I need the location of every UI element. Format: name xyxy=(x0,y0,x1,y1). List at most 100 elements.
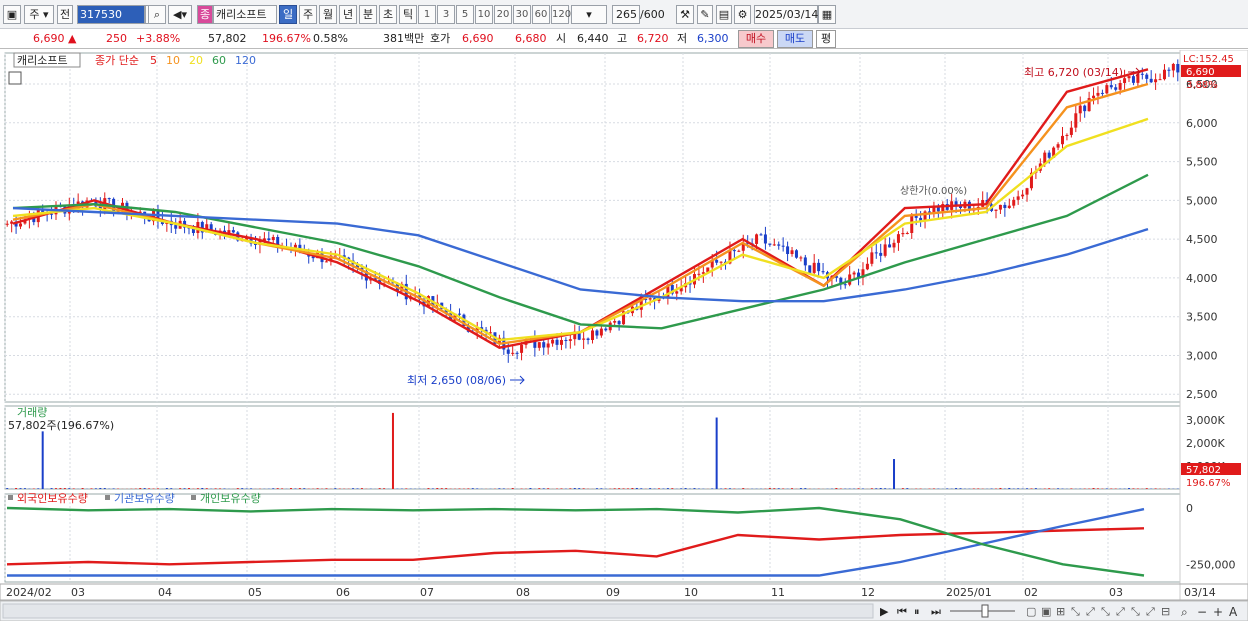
candle-body xyxy=(870,252,874,264)
candle-body xyxy=(803,257,807,266)
volume-bar xyxy=(1132,488,1135,489)
price-axis-label: 2,500 xyxy=(1186,388,1218,401)
open-price: 6,440 xyxy=(577,32,609,45)
volume-bar xyxy=(50,488,53,489)
candle-body xyxy=(1056,144,1060,148)
stock-code-input[interactable]: 317530 xyxy=(77,5,145,24)
high-label: 고 xyxy=(617,32,628,45)
period-button[interactable]: 일 xyxy=(279,5,297,24)
volume-bar xyxy=(196,488,199,489)
volume-bar xyxy=(63,488,66,489)
candle-body xyxy=(1154,79,1158,83)
volume-bar xyxy=(391,412,394,489)
interval-button[interactable]: 30 xyxy=(513,5,531,24)
volume-bar xyxy=(773,488,776,489)
period-button[interactable]: 분 xyxy=(359,5,377,24)
candle-body xyxy=(874,252,878,254)
volume-axis-label: 3,000K xyxy=(1186,414,1225,427)
volume-bar xyxy=(728,488,731,489)
candle-body xyxy=(1007,205,1011,208)
save-icon[interactable]: ▤ xyxy=(716,5,732,24)
candle-body xyxy=(914,215,918,218)
layout-icon: ⊞ xyxy=(1056,605,1065,618)
gear-icon[interactable]: ⚙ xyxy=(734,5,751,24)
count-input[interactable]: 265 xyxy=(612,5,640,24)
candle-body xyxy=(10,221,14,224)
volume-bar xyxy=(1110,488,1113,489)
interval-button[interactable]: 60 xyxy=(532,5,550,24)
volume-bar xyxy=(658,488,661,489)
avg-button[interactable]: 평 xyxy=(816,30,836,48)
candle-body xyxy=(808,265,812,273)
period-button[interactable]: 월 xyxy=(319,5,337,24)
price-axis-label: 3,000 xyxy=(1186,349,1218,362)
period-button[interactable]: 년 xyxy=(339,5,357,24)
layout-icon: ⤢ xyxy=(1146,605,1155,618)
sell-button[interactable]: 매도 xyxy=(777,30,813,48)
volume-bar xyxy=(742,488,745,489)
price-axis-label: 4,500 xyxy=(1186,233,1218,246)
volume-bar xyxy=(680,488,683,489)
search-icon[interactable]: ⌕ xyxy=(148,5,166,24)
axis-area xyxy=(1179,50,1248,601)
volume-bar xyxy=(1070,488,1073,489)
candle-body xyxy=(1162,69,1166,80)
prev-button[interactable]: 전 xyxy=(57,5,73,24)
play-icon: ▶ xyxy=(880,605,889,618)
interval-button[interactable]: 5 xyxy=(456,5,474,24)
candle-body xyxy=(777,244,781,246)
time-axis-label: 06 xyxy=(336,586,350,599)
interval-dropdown[interactable]: ▾ xyxy=(571,5,607,24)
date-input[interactable]: 2025/03/14 xyxy=(754,5,818,24)
count-max: /600 xyxy=(640,8,665,21)
candle-body xyxy=(564,339,568,341)
candle-body xyxy=(1145,74,1149,79)
volume-bar xyxy=(201,488,204,489)
interval-button[interactable]: 10 xyxy=(475,5,493,24)
tools-icon[interactable]: ⚒ xyxy=(676,5,694,24)
volume-bar xyxy=(560,488,563,489)
period-button[interactable]: 틱 xyxy=(399,5,417,24)
volume-bar xyxy=(276,488,279,489)
legend-ma-label: 종가 단순 xyxy=(95,54,139,67)
candle-body xyxy=(755,234,759,244)
stock-chart[interactable]: 2024/02 03 04 05 06 07 08 09 10 11 12 2025/01 02 03 03… xyxy=(0,50,1248,621)
volume-bar xyxy=(383,488,386,489)
market-select[interactable]: 주 ▾ xyxy=(24,5,54,24)
price-axis-label: 5,000 xyxy=(1186,194,1218,207)
candle-body xyxy=(879,252,883,256)
volume-bar xyxy=(529,488,532,489)
volume-bar xyxy=(19,488,22,489)
volume-bar xyxy=(671,488,674,489)
window-icon[interactable]: ▣ xyxy=(3,5,21,24)
low-label: 저 xyxy=(677,32,688,45)
volume-bar xyxy=(542,488,545,489)
sound-icon[interactable]: ◀▾ xyxy=(168,5,192,24)
candle-body xyxy=(582,338,586,340)
period-button[interactable]: 주 xyxy=(299,5,317,24)
calendar-icon[interactable]: ▦ xyxy=(818,5,836,24)
candle-body xyxy=(896,234,900,243)
limit-annotation: 상한가(0.00%) xyxy=(900,185,967,197)
candle-body xyxy=(1176,63,1180,73)
volume-bar xyxy=(613,488,616,489)
draw-icon[interactable]: ✎ xyxy=(697,5,713,24)
volume-bar xyxy=(538,488,541,489)
volume-bar xyxy=(649,488,652,489)
candle-body xyxy=(267,238,271,241)
volume-bar xyxy=(684,488,687,489)
volume-bar xyxy=(870,488,873,489)
interval-button[interactable]: 1 xyxy=(418,5,436,24)
volume-bar xyxy=(972,488,975,489)
candle-body xyxy=(542,342,546,348)
volume-bar xyxy=(59,488,62,489)
buy-button[interactable]: 매수 xyxy=(738,30,774,48)
candle-body xyxy=(998,204,1002,210)
interval-button[interactable]: 120 xyxy=(551,5,571,24)
interval-button[interactable]: 20 xyxy=(494,5,512,24)
volume-bar xyxy=(1034,488,1037,489)
candle-body xyxy=(1025,188,1029,195)
interval-button[interactable]: 3 xyxy=(437,5,455,24)
period-button[interactable]: 초 xyxy=(379,5,397,24)
stock-name[interactable]: 캐리소프트 xyxy=(213,5,277,24)
